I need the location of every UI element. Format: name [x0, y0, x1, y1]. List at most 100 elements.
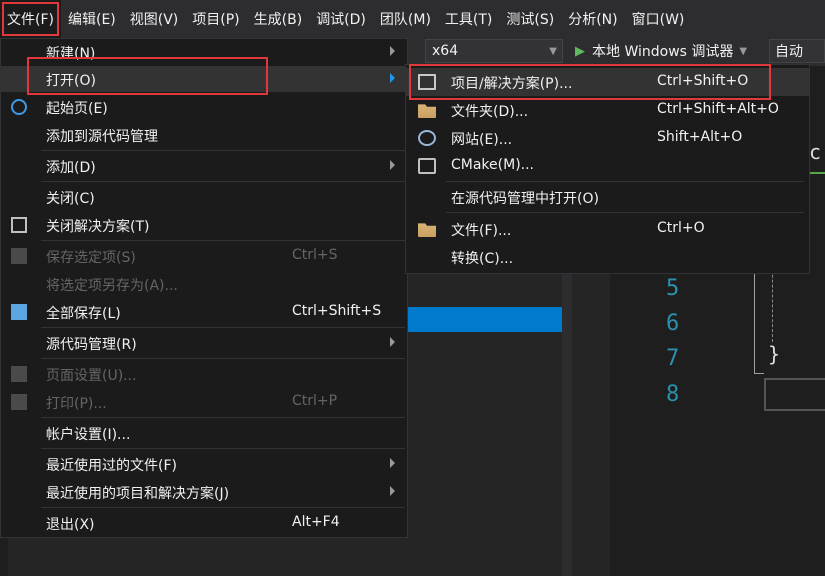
menu-test[interactable]: 测试(S) [499, 0, 561, 38]
submenu-item-label: 网站(E)... [451, 132, 513, 148]
menu-team[interactable]: 团队(M) [373, 0, 438, 38]
menu-window[interactable]: 窗口(W) [625, 0, 692, 38]
chevron-down-icon: ▼ [549, 46, 557, 57]
outline-fold-end [754, 373, 764, 374]
close-solution-icon [11, 217, 27, 233]
highlight-box-open [27, 57, 268, 95]
menu-separator [41, 327, 405, 328]
menu-item-shortcut: Alt+F4 [292, 514, 340, 530]
menu-item-page-setup[interactable]: 页面设置(U)... [1, 361, 407, 387]
open-file-icon [418, 223, 436, 237]
menu-item-exit[interactable]: 退出(X) Alt+F4 [1, 510, 407, 536]
menu-item-label: 全部保存(L) [46, 306, 121, 322]
editor-scroll-box[interactable] [764, 378, 825, 411]
menu-item-recent-files[interactable]: 最近使用过的文件(F) [1, 451, 407, 477]
menu-separator [41, 507, 405, 508]
submenu-item-convert[interactable]: 转换(C)... [406, 243, 809, 271]
line-number: 8 [666, 382, 680, 407]
page-setup-icon [11, 366, 27, 382]
menu-item-close[interactable]: 关闭(C) [1, 184, 407, 210]
submenu-arrow-icon [390, 46, 395, 56]
submenu-item-label: 文件夹(D)... [451, 104, 529, 120]
menu-project[interactable]: 项目(P) [185, 0, 246, 38]
submenu-item-shortcut: Ctrl+Shift+Alt+O [657, 101, 779, 117]
menu-item-label: 源代码管理(R) [46, 337, 137, 353]
menu-item-close-solution[interactable]: 关闭解决方案(T) [1, 212, 407, 238]
menu-analyze[interactable]: 分析(N) [561, 0, 624, 38]
code-fragment: c [809, 140, 822, 164]
submenu-item-cmake[interactable]: CMake(M)... [406, 152, 809, 180]
menu-item-label: 关闭(C) [46, 191, 95, 207]
submenu-item-open-from-source-control[interactable]: 在源代码管理中打开(O) [406, 183, 809, 211]
submenu-item-file[interactable]: 文件(F)... Ctrl+O [406, 215, 809, 243]
submenu-item-website[interactable]: 网站(E)... Shift+Alt+O [406, 124, 809, 152]
platform-combo[interactable]: x64 ▼ [425, 39, 563, 63]
menu-separator [41, 417, 405, 418]
submenu-item-label: 转换(C)... [451, 251, 514, 267]
menu-item-label: 保存选定项(S) [46, 250, 136, 266]
menu-debug[interactable]: 调试(D) [309, 0, 373, 38]
chevron-down-icon[interactable]: ▼ [739, 46, 747, 57]
line-number: 6 [666, 311, 680, 336]
play-icon: ▶ [575, 43, 585, 59]
cmake-icon [418, 158, 436, 174]
auto-combo[interactable]: 自动 [769, 39, 825, 63]
globe-icon [418, 130, 436, 146]
menu-view[interactable]: 视图(V) [123, 0, 186, 38]
start-page-icon [11, 99, 27, 115]
menu-item-label: 将选定项另存为(A)... [46, 278, 178, 294]
menu-separator [41, 240, 405, 241]
folder-icon [418, 104, 436, 118]
menu-item-add[interactable]: 添加(D) [1, 153, 407, 179]
menu-item-label: 页面设置(U)... [46, 368, 137, 384]
menu-tools[interactable]: 工具(T) [438, 0, 499, 38]
menu-edit[interactable]: 编辑(E) [61, 0, 123, 38]
menu-item-save-all[interactable]: 全部保存(L) Ctrl+Shift+S [1, 299, 407, 325]
submenu-item-label: CMake(M)... [451, 157, 535, 173]
submenu-item-folder[interactable]: 文件夹(D)... Ctrl+Shift+Alt+O [406, 96, 809, 124]
run-debugger-label: 本地 Windows 调试器 [592, 44, 734, 60]
run-debugger-button[interactable]: ▶ 本地 Windows 调试器 ▼ [575, 39, 747, 63]
submenu-arrow-icon [390, 337, 395, 347]
menu-item-label: 退出(X) [46, 517, 95, 533]
platform-value: x64 [432, 43, 459, 59]
menu-file[interactable]: 文件(F) [0, 0, 61, 38]
menu-separator [446, 212, 804, 213]
submenu-arrow-icon [390, 160, 395, 170]
save-icon [11, 248, 27, 264]
menu-bar: 文件(F) 编辑(E) 视图(V) 项目(P) 生成(B) 调试(D) 团队(M… [0, 0, 825, 38]
submenu-arrow-icon [390, 486, 395, 496]
menu-item-label: 添加(D) [46, 160, 96, 176]
menu-item-start-page[interactable]: 起始页(E) [1, 94, 407, 120]
menu-item-shortcut: Ctrl+P [292, 393, 338, 409]
menu-item-add-to-source-control[interactable]: 添加到源代码管理 [1, 122, 407, 148]
menu-item-shortcut: Ctrl+Shift+S [292, 303, 382, 319]
auto-label: 自动 [775, 44, 803, 60]
code-brace: } [768, 342, 781, 366]
menu-item-print[interactable]: 打印(P)... Ctrl+P [1, 389, 407, 415]
printer-icon [11, 394, 27, 410]
line-number: 7 [666, 346, 680, 371]
menu-item-save-selected-as[interactable]: 将选定项另存为(A)... [1, 271, 407, 297]
highlight-box-project-solution [409, 64, 771, 100]
menu-separator [41, 181, 405, 182]
menu-item-label: 最近使用的项目和解决方案(J) [46, 486, 230, 502]
menu-item-account-settings[interactable]: 帐户设置(I)... [1, 420, 407, 446]
submenu-item-shortcut: Ctrl+O [657, 220, 705, 236]
submenu-item-shortcut: Shift+Alt+O [657, 129, 743, 145]
menu-item-label: 添加到源代码管理 [46, 129, 158, 145]
selected-tree-item[interactable] [405, 307, 562, 332]
file-menu: 新建(N) 打开(O) 起始页(E) 添加到源代码管理 添加(D) 关闭(C) … [0, 38, 408, 538]
menu-build[interactable]: 生成(B) [247, 0, 310, 38]
submenu-arrow-icon [390, 73, 395, 83]
submenu-arrow-icon [390, 458, 395, 468]
menu-separator [41, 150, 405, 151]
submenu-item-label: 在源代码管理中打开(O) [451, 191, 599, 207]
menu-item-save-selected[interactable]: 保存选定项(S) Ctrl+S [1, 243, 407, 269]
menu-item-source-control[interactable]: 源代码管理(R) [1, 330, 407, 356]
menu-item-recent-projects[interactable]: 最近使用的项目和解决方案(J) [1, 479, 407, 505]
line-number: 5 [666, 276, 680, 301]
menu-item-label: 最近使用过的文件(F) [46, 458, 177, 474]
menu-item-label: 起始页(E) [46, 101, 108, 117]
menu-item-shortcut: Ctrl+S [292, 247, 338, 263]
